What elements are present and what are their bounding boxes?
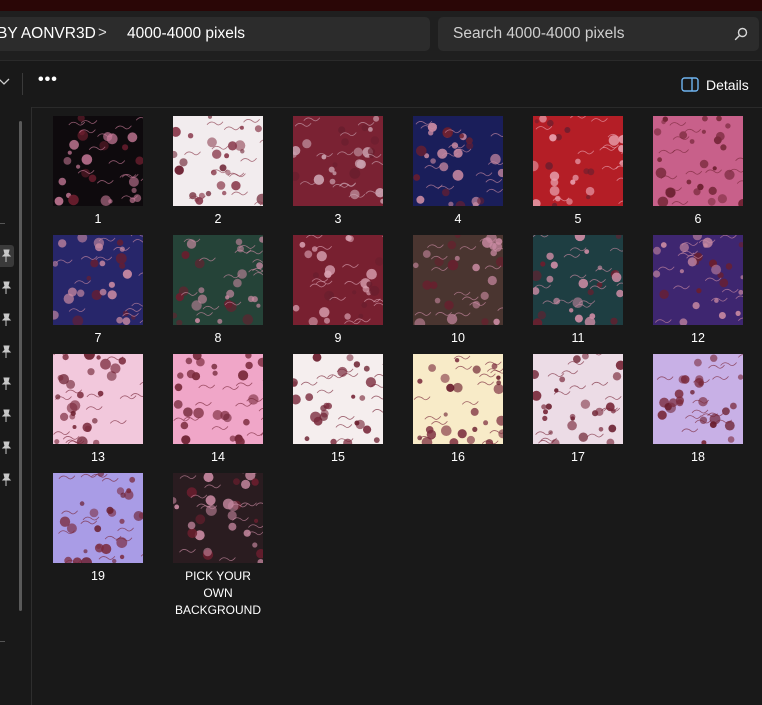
- file-item[interactable]: 17: [532, 354, 624, 466]
- file-thumbnail: [53, 235, 143, 325]
- file-thumbnail: [653, 354, 743, 444]
- pin-icon: [1, 345, 12, 358]
- file-thumbnail: [173, 354, 263, 444]
- file-name: 12: [691, 331, 705, 345]
- file-thumbnail: [653, 235, 743, 325]
- file-item[interactable]: 3: [292, 116, 384, 228]
- search-placeholder: Search 4000-4000 pixels: [453, 25, 625, 42]
- file-item[interactable]: 8: [172, 235, 264, 347]
- file-name-line: OWN: [203, 586, 233, 600]
- command-bar: ••• Details: [0, 60, 762, 108]
- file-thumbnail: [293, 235, 383, 325]
- file-name: 8: [214, 331, 222, 345]
- file-thumbnail: [413, 235, 503, 325]
- pin-icon: [1, 473, 12, 486]
- file-name: 17: [571, 450, 585, 464]
- file-thumbnail: [53, 116, 143, 206]
- details-pane-icon: [681, 77, 699, 92]
- quick-access-item-3[interactable]: [0, 309, 14, 331]
- breadcrumb-item-parent[interactable]: BY AONVR3D: [0, 25, 96, 43]
- address-row: BY AONVR3D > 4000-4000 pixels Search 400…: [0, 11, 762, 60]
- breadcrumb[interactable]: BY AONVR3D > 4000-4000 pixels: [0, 17, 430, 51]
- file-thumbnail: [173, 473, 263, 563]
- file-item[interactable]: 14: [172, 354, 264, 466]
- file-name: 15: [331, 450, 345, 464]
- file-item[interactable]: 6: [652, 116, 744, 228]
- file-name: 7: [94, 331, 102, 345]
- pin-icon: [1, 409, 12, 422]
- file-item[interactable]: 5: [532, 116, 624, 228]
- file-item[interactable]: 11: [532, 235, 624, 347]
- file-item[interactable]: 19: [52, 473, 144, 585]
- quick-access-item-6[interactable]: [0, 405, 14, 427]
- file-name: 18: [691, 450, 705, 464]
- file-item[interactable]: 15: [292, 354, 384, 466]
- file-name: 2: [214, 212, 222, 226]
- pin-icon: [1, 249, 12, 262]
- file-item[interactable]: PICK YOUR OWN BACKGROUND: [172, 473, 264, 619]
- pin-icon: [1, 441, 12, 454]
- file-name: 19: [91, 569, 105, 583]
- pane-divider: [0, 223, 5, 224]
- file-name: 13: [91, 450, 105, 464]
- file-name-line: PICK YOUR: [185, 569, 251, 583]
- file-thumbnail: [293, 354, 383, 444]
- file-item[interactable]: 9: [292, 235, 384, 347]
- file-name-line: BACKGROUND: [174, 603, 261, 617]
- file-name: 11: [571, 331, 585, 345]
- pane-scrollbar[interactable]: [19, 121, 22, 611]
- pin-icon: [1, 313, 12, 326]
- pane-divider: [0, 641, 5, 642]
- file-thumbnail: [653, 116, 743, 206]
- file-name: 6: [694, 212, 702, 226]
- chevron-down-icon[interactable]: [0, 75, 10, 87]
- file-item[interactable]: 13: [52, 354, 144, 466]
- file-name: 9: [334, 331, 342, 345]
- file-thumbnail: [293, 116, 383, 206]
- file-item[interactable]: 2: [172, 116, 264, 228]
- file-name: 5: [574, 212, 582, 226]
- file-thumbnail: [413, 354, 503, 444]
- breadcrumb-separator: >: [98, 24, 107, 41]
- file-item[interactable]: 1: [52, 116, 144, 228]
- file-item[interactable]: 10: [412, 235, 504, 347]
- file-thumbnail: [173, 235, 263, 325]
- file-name: 14: [211, 450, 225, 464]
- file-name: PICK YOUR OWN BACKGROUND: [172, 568, 264, 619]
- quick-access-item-7[interactable]: [0, 437, 14, 459]
- toolbar-divider: [22, 73, 23, 95]
- pin-icon: [1, 377, 12, 390]
- quick-access-item-1[interactable]: [0, 245, 14, 267]
- quick-access-item-4[interactable]: [0, 341, 14, 363]
- file-name: 3: [334, 212, 342, 226]
- quick-access-item-5[interactable]: [0, 373, 14, 395]
- search-icon[interactable]: [733, 26, 749, 42]
- search-input[interactable]: Search 4000-4000 pixels: [438, 17, 759, 51]
- file-thumbnail: [53, 354, 143, 444]
- navigation-pane: [0, 107, 32, 705]
- file-name: 4: [454, 212, 462, 226]
- file-thumbnail: [53, 473, 143, 563]
- details-label: Details: [706, 77, 749, 93]
- window-top-strip: [0, 0, 762, 11]
- file-item[interactable]: 4: [412, 116, 504, 228]
- file-thumbnail: [533, 235, 623, 325]
- more-options-button[interactable]: •••: [38, 71, 58, 89]
- file-thumbnail: [173, 116, 263, 206]
- file-item[interactable]: 18: [652, 354, 744, 466]
- file-name: 16: [451, 450, 465, 464]
- quick-access-item-2[interactable]: [0, 277, 14, 299]
- file-thumbnail: [413, 116, 503, 206]
- file-item[interactable]: 12: [652, 235, 744, 347]
- quick-access-item-8[interactable]: [0, 469, 14, 491]
- breadcrumb-item-current[interactable]: 4000-4000 pixels: [127, 25, 245, 43]
- file-name: 1: [94, 212, 102, 226]
- file-thumbnail: [533, 354, 623, 444]
- file-item[interactable]: 16: [412, 354, 504, 466]
- file-name: 10: [451, 331, 465, 345]
- file-item[interactable]: 7: [52, 235, 144, 347]
- file-thumbnail: [533, 116, 623, 206]
- pin-icon: [1, 281, 12, 294]
